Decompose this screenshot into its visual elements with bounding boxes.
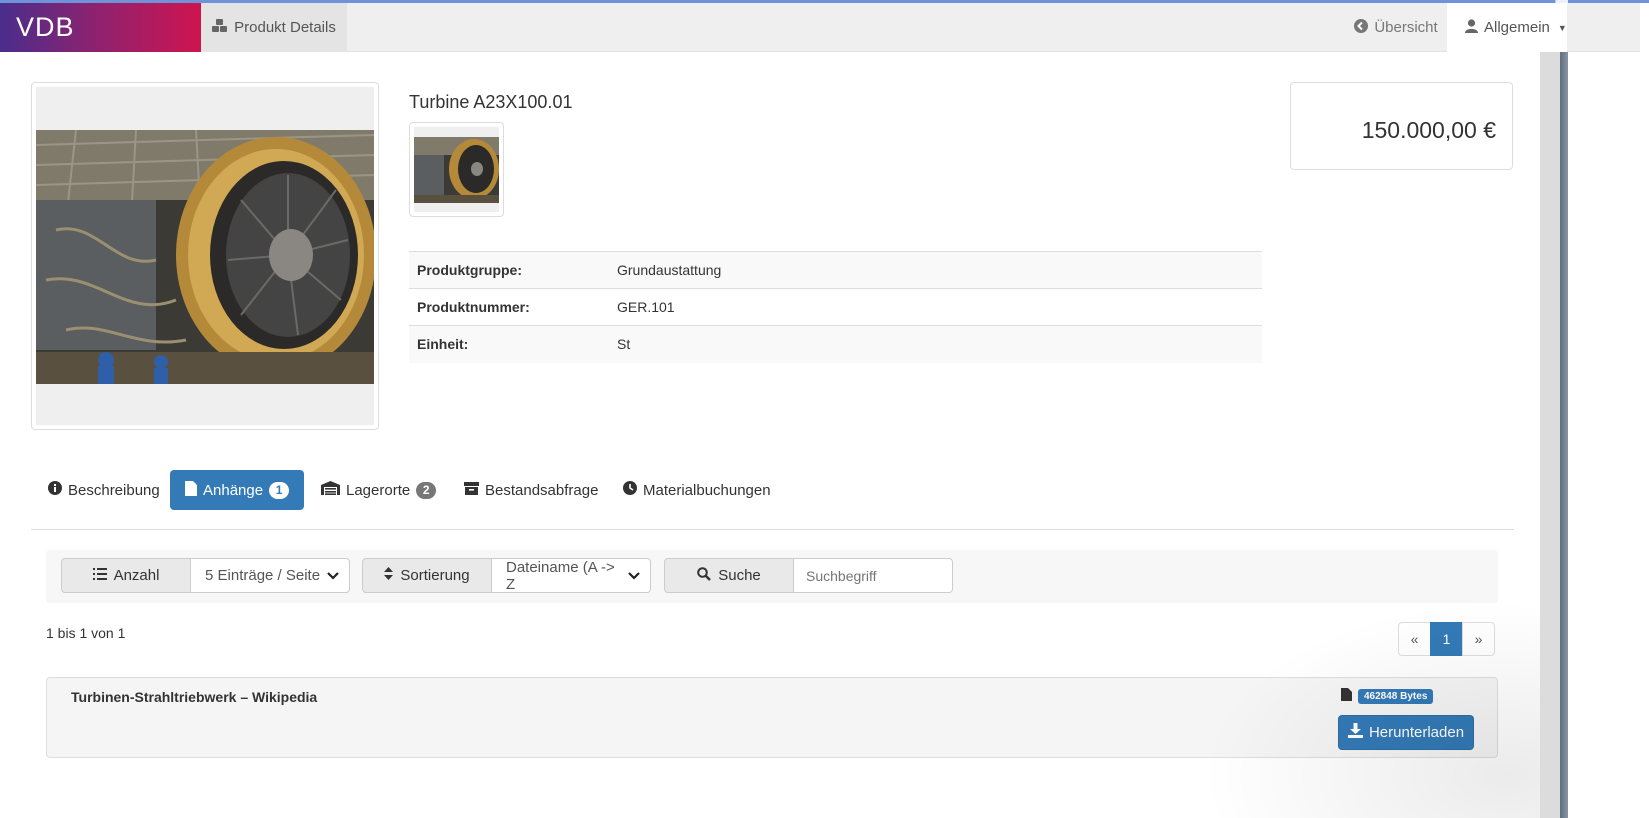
download-icon: [1347, 723, 1363, 742]
page-size-select[interactable]: 5 Einträge / Seite: [191, 558, 350, 593]
sort-group: Sortierung Dateiname (A -> Z: [362, 558, 651, 593]
nav-item-label: Produkt Details: [234, 19, 336, 36]
navbar: VDB Produkt Details Übersicht Allgemein …: [0, 3, 1640, 52]
page-size-label[interactable]: Anzahl: [61, 558, 191, 593]
list-icon: [92, 567, 107, 584]
table-row: Produktgruppe: Grundaustattung: [409, 251, 1262, 289]
brand-logo[interactable]: VDB: [0, 3, 201, 52]
search-icon: [697, 566, 712, 585]
page-scrollbar[interactable]: [1540, 52, 1560, 818]
search-input[interactable]: [794, 558, 953, 593]
detail-label: Einheit:: [409, 325, 609, 363]
pagination: « 1 »: [1398, 622, 1495, 656]
product-price: 150.000,00 €: [1361, 117, 1496, 143]
nav-overview-link[interactable]: Übersicht: [1346, 3, 1446, 52]
sort-icon: [384, 567, 394, 584]
detail-label: Produktgruppe:: [409, 251, 609, 289]
download-button-label: Herunterladen: [1368, 724, 1465, 741]
pagination-next[interactable]: »: [1462, 622, 1495, 656]
tab-label: Bestandsabfrage: [485, 481, 599, 499]
search-button-label: Suche: [718, 567, 761, 584]
info-circle-icon: [48, 481, 62, 499]
turbine-photo: [36, 130, 374, 384]
circle-arrow-left-icon: [1354, 18, 1369, 37]
table-row: Produktnummer: GER.101: [409, 288, 1262, 326]
caret-down-icon: ▼: [1557, 22, 1567, 33]
cubes-icon: [212, 18, 228, 37]
warehouse-icon: [321, 481, 340, 499]
product-tabs: Beschreibung Anhänge 1 Lagerorte 2 Besta…: [31, 469, 1514, 530]
page-size-value: 5 Einträge / Seite: [205, 567, 321, 584]
scrollbar-track: [1560, 52, 1568, 818]
attachment-title: Turbinen-Strahltriebwerk – Wikipedia: [71, 689, 318, 705]
sort-label[interactable]: Sortierung: [362, 558, 492, 593]
tab-label: Lagerorte: [346, 481, 411, 499]
sort-label-text: Sortierung: [400, 567, 470, 584]
overview-label: Übersicht: [1374, 19, 1438, 36]
chevron-down-icon: [628, 567, 640, 584]
tab-materialbuchungen[interactable]: Materialbuchungen: [608, 470, 786, 510]
table-row: Einheit: St: [409, 325, 1262, 363]
tab-label: Anhänge: [203, 481, 264, 499]
chevron-down-icon: [327, 567, 339, 584]
detail-label: Produktnummer:: [409, 288, 609, 326]
attachment-size-badge: 462848 Bytes: [1358, 688, 1434, 704]
tab-lagerorte[interactable]: Lagerorte 2: [306, 470, 451, 510]
product-details-table: Produktgruppe: Grundaustattung Produktnu…: [409, 251, 1262, 363]
file-icon: [185, 480, 197, 500]
nav-item-produkt-details[interactable]: Produkt Details: [201, 3, 347, 52]
tab-badge: 1: [269, 481, 290, 499]
detail-value: St: [609, 325, 1262, 363]
page-size-group: Anzahl 5 Einträge / Seite: [61, 558, 350, 593]
tab-bestandsabfrage[interactable]: Bestandsabfrage: [449, 470, 613, 510]
download-button[interactable]: Herunterladen: [1338, 715, 1474, 750]
search-button[interactable]: Suche: [664, 558, 794, 593]
tab-beschreibung[interactable]: Beschreibung: [33, 470, 175, 510]
user-menu-label: Allgemein: [1484, 19, 1550, 36]
price-panel: 150.000,00 €: [1290, 82, 1513, 170]
file-icon: [1341, 688, 1352, 704]
archive-icon: [464, 481, 479, 499]
product-title: Turbine A23X100.01: [409, 92, 573, 112]
tab-label: Beschreibung: [68, 481, 160, 499]
attachment-item: Turbinen-Strahltriebwerk – Wikipedia 462…: [46, 677, 1498, 758]
turbine-thumbnail-photo: [414, 137, 499, 203]
user-menu[interactable]: Allgemein ▼: [1447, 3, 1567, 52]
detail-value: Grundaustattung: [609, 251, 1262, 289]
tab-anhaenge[interactable]: Anhänge 1: [170, 470, 305, 510]
detail-value: GER.101: [609, 288, 1262, 326]
product-thumbnail[interactable]: [409, 122, 504, 217]
main-product-image[interactable]: [31, 82, 379, 430]
sort-value: Dateiname (A -> Z: [506, 558, 615, 593]
tab-label: Materialbuchungen: [643, 481, 771, 499]
page-size-label-text: Anzahl: [113, 567, 160, 584]
search-group: Suche: [664, 558, 953, 593]
attachments-toolbar: Anzahl 5 Einträge / Seite Sortierung Dat…: [46, 550, 1498, 603]
clock-icon: [623, 481, 637, 499]
sort-select[interactable]: Dateiname (A -> Z: [492, 558, 651, 593]
results-summary: 1 bis 1 von 1: [46, 625, 126, 641]
attachment-size: 462848 Bytes: [1341, 688, 1434, 704]
tab-badge: 2: [416, 481, 437, 499]
user-icon: [1465, 18, 1478, 37]
pagination-page-current[interactable]: 1: [1430, 622, 1463, 656]
pagination-prev[interactable]: «: [1398, 622, 1431, 656]
